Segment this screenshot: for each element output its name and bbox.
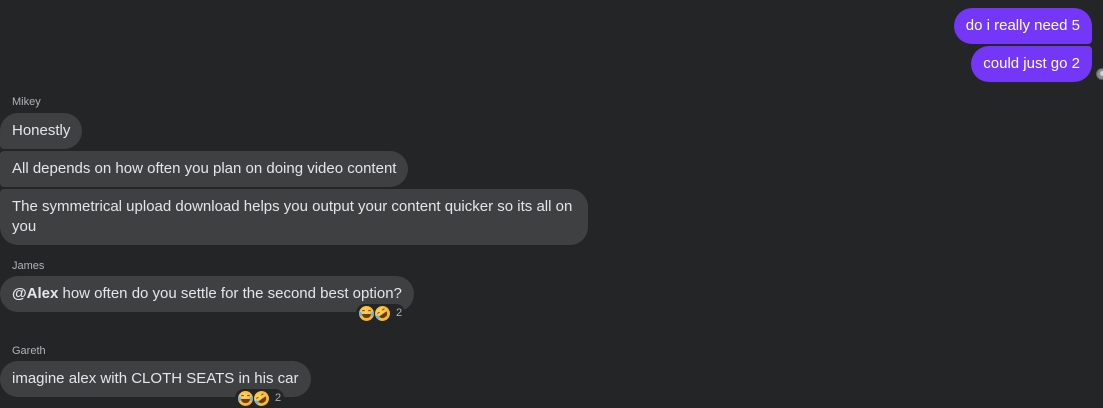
outgoing-message[interactable]: do i really need 5 xyxy=(953,8,1092,44)
message-text: could just go 2 xyxy=(983,55,1080,72)
reaction-count: 2 xyxy=(396,307,403,319)
message-text: imagine alex with CLOTH SEATS in his car xyxy=(12,370,299,387)
incoming-message[interactable]: The symmetrical upload download helps yo… xyxy=(0,189,588,245)
sender-name: James xyxy=(12,260,45,272)
incoming-message[interactable]: All depends on how often you plan on doi… xyxy=(0,151,409,187)
message-text: Honestly xyxy=(12,122,71,139)
incoming-message[interactable]: @Alex how often do you settle for the se… xyxy=(0,276,414,312)
tears-of-joy-emoji xyxy=(238,390,253,406)
rofl-emoji xyxy=(372,302,393,324)
reaction-summary[interactable]: 2 xyxy=(235,387,285,408)
reaction-summary[interactable]: 2 xyxy=(356,302,406,324)
message-text: do i really need 5 xyxy=(965,17,1080,34)
incoming-message[interactable]: Honestly xyxy=(0,113,83,149)
rofl-emoji xyxy=(251,387,272,408)
tears-of-joy-emoji xyxy=(359,305,374,321)
sender-name: Mikey xyxy=(12,96,41,108)
outgoing-message[interactable]: could just go 2 xyxy=(971,46,1092,82)
user-mention[interactable]: @Alex xyxy=(12,285,58,302)
message-text: The symmetrical upload download helps yo… xyxy=(12,198,573,235)
reaction-count: 2 xyxy=(275,392,282,404)
sender-name: Gareth xyxy=(12,345,46,357)
message-text: how often do you settle for the second b… xyxy=(58,285,402,302)
read-receipt-avatar xyxy=(1096,68,1103,80)
message-text: All depends on how often you plan on doi… xyxy=(12,160,397,177)
